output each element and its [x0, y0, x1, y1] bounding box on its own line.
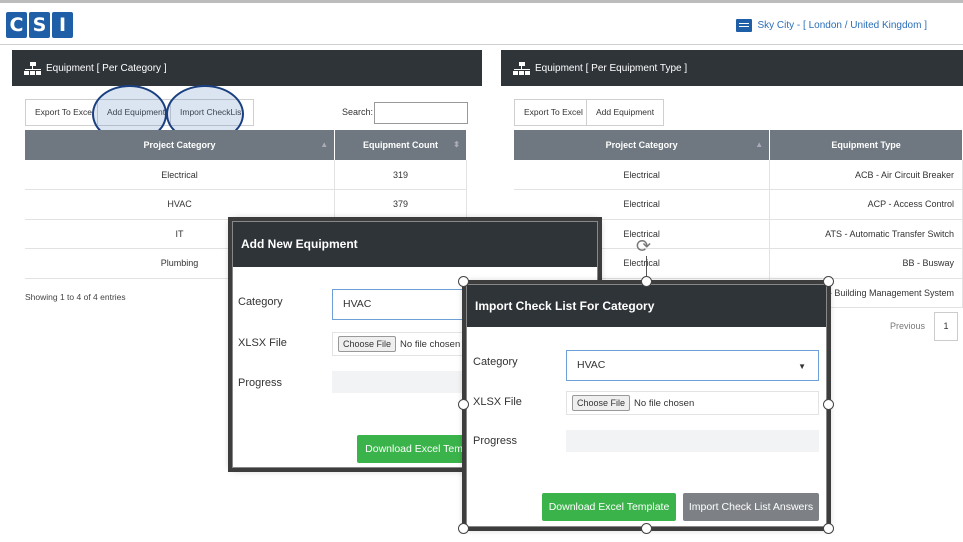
progress-bar: [332, 371, 472, 393]
progress-label: Progress: [238, 377, 283, 389]
left-panel-title: Equipment [ Per Category ]: [46, 62, 167, 74]
no-file-text: No file chosen: [400, 338, 461, 350]
cell-category: Electrical: [25, 160, 336, 190]
cell-category: HVAC: [25, 189, 336, 220]
add-equipment-button-right[interactable]: Add Equipment: [586, 99, 665, 126]
resize-handle[interactable]: [823, 399, 834, 410]
resize-handle[interactable]: [458, 399, 469, 410]
import-checklist-modal: Import Check List For Category Category …: [466, 284, 827, 527]
right-panel-header: Equipment [ Per Equipment Type ]: [501, 50, 963, 86]
file-input[interactable]: Choose File No file chosen: [332, 332, 472, 356]
resize-handle[interactable]: [823, 523, 834, 534]
file-label: XLSX File: [473, 396, 522, 408]
caret-down-icon: ▼: [798, 362, 806, 371]
sort-icon: ▲: [755, 140, 764, 149]
cell-count: 319: [334, 160, 467, 190]
category-value: HVAC: [343, 298, 372, 310]
logo-letter-i: I: [52, 12, 73, 38]
search-input[interactable]: [374, 102, 468, 124]
download-template-button[interactable]: Download Excel Template: [542, 493, 676, 521]
top-bar: C S I Sky City - [ London / United Kingd…: [0, 0, 963, 45]
left-panel-header: Equipment [ Per Category ]: [12, 50, 482, 86]
resize-handle[interactable]: [458, 276, 469, 287]
category-value: HVAC: [577, 359, 606, 371]
sort-icon: ▲: [320, 140, 329, 149]
export-excel-button-right[interactable]: Export To Excel: [514, 99, 593, 126]
sitemap-icon: [24, 61, 42, 75]
sort-icon: ⬍: [453, 140, 460, 149]
resize-handle[interactable]: [458, 523, 469, 534]
file-input[interactable]: Choose File No file chosen: [566, 391, 819, 415]
csi-logo[interactable]: C S I: [6, 12, 73, 38]
resize-handle[interactable]: [641, 523, 652, 534]
no-file-text: No file chosen: [634, 397, 695, 409]
column-equipment-count[interactable]: Equipment Count ⬍: [334, 130, 467, 160]
cell-category: Electrical: [514, 189, 771, 220]
cell-type: ACB - Air Circuit Breaker: [769, 160, 963, 190]
column-project-category[interactable]: Project Category ▲: [25, 130, 336, 160]
category-select[interactable]: HVAC ▼: [566, 350, 819, 381]
cell-type: ACP - Access Control: [769, 189, 963, 220]
table-row[interactable]: Electrical ACP - Access Control: [514, 189, 963, 220]
cell-count: 379: [334, 189, 467, 220]
logo-letter-c: C: [6, 12, 27, 38]
category-label: Category: [473, 356, 518, 368]
cell-type: ATS - Automatic Transfer Switch: [769, 219, 963, 249]
site-selector[interactable]: Sky City - [ London / United Kingdom ]: [736, 19, 927, 32]
table-row[interactable]: HVAC 379: [25, 189, 467, 220]
cell-category: Electrical: [514, 160, 771, 190]
column-project-category[interactable]: Project Category ▲: [514, 130, 771, 160]
choose-file-button[interactable]: Choose File: [572, 395, 631, 411]
entries-info: Showing 1 to 4 of 4 entries: [25, 292, 126, 302]
search-label: Search:: [342, 107, 374, 117]
import-answers-button[interactable]: Import Check List Answers: [683, 493, 819, 521]
category-label: Category: [238, 296, 283, 308]
file-label: XLSX File: [238, 337, 287, 349]
sitemap-icon: [513, 61, 531, 75]
progress-bar: [566, 430, 819, 452]
column-equipment-type[interactable]: Equipment Type: [769, 130, 963, 160]
table-row[interactable]: Electrical ACB - Air Circuit Breaker: [514, 160, 963, 190]
download-template-button[interactable]: Download Excel Temp: [357, 435, 477, 463]
rotate-icon[interactable]: ⟳: [636, 236, 651, 257]
choose-file-button[interactable]: Choose File: [338, 336, 397, 352]
modal-title: Add New Equipment: [233, 222, 597, 267]
progress-label: Progress: [473, 435, 518, 447]
resize-handle[interactable]: [823, 276, 834, 287]
site-name: Sky City - [ London / United Kingdom ]: [757, 20, 927, 31]
building-icon: [736, 19, 753, 32]
resize-handle[interactable]: [641, 276, 652, 287]
pager-previous[interactable]: Previous: [890, 321, 925, 331]
modal-title: Import Check List For Category: [467, 285, 826, 327]
cell-type: BB - Busway: [769, 248, 963, 279]
table-row[interactable]: Electrical 319: [25, 160, 467, 190]
logo-letter-s: S: [29, 12, 50, 38]
pager-page[interactable]: 1: [934, 312, 958, 341]
right-panel-title: Equipment [ Per Equipment Type ]: [535, 62, 688, 74]
